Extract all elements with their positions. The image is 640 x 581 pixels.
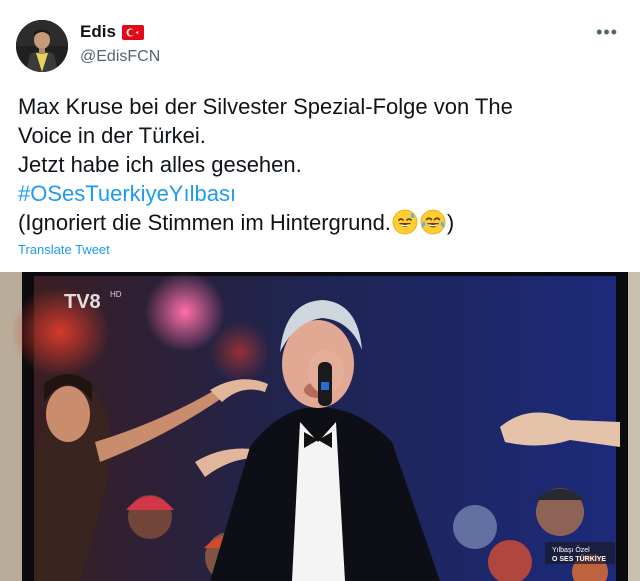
display-name[interactable]: Edis [80, 22, 116, 42]
tweet-media-image[interactable]: TV8 HD Yılbaşı Özel O SES TÜRKİYE [0, 272, 640, 581]
user-handle[interactable]: @EdisFCN [80, 48, 160, 66]
tears-of-joy-emoji-icon [420, 209, 446, 235]
author-name-row: Edis [80, 22, 144, 42]
tweet-line-2: Voice in der Türkei. [18, 123, 206, 148]
avatar[interactable] [16, 20, 68, 72]
tweet-last-line-end: ) [446, 210, 455, 235]
more-options-button[interactable]: ••• [596, 22, 618, 43]
tv-screen-photo: TV8 HD Yılbaşı Özel O SES TÜRKİYE [0, 272, 640, 581]
avatar-image [16, 20, 68, 72]
tweet-line-1: Max Kruse bei der Silvester Spezial-Folg… [18, 94, 513, 119]
tweet-text: Max Kruse bei der Silvester Spezial-Folg… [18, 92, 618, 237]
tweet-line-5: (Ignoriert die Stimmen im Hintergrund. ) [18, 208, 618, 237]
channel-logo-suffix: HD [110, 290, 122, 299]
hashtag-line: #OSesTuerkiyeYılbası [18, 179, 618, 208]
channel-logo: TV8 [64, 291, 101, 313]
corner-caption-2: O SES TÜRKİYE [552, 554, 606, 563]
corner-caption-1: Yılbaşı Özel [552, 546, 590, 554]
tweet-line-3: Jetzt habe ich alles gesehen. [18, 152, 302, 177]
tweet-card: Edis @EdisFCN ••• Max Kruse bei der Silv… [0, 0, 640, 581]
tweet-last-line: (Ignoriert die Stimmen im Hintergrund. [18, 210, 391, 235]
hashtag-link[interactable]: #OSesTuerkiyeYılbası [18, 181, 236, 206]
turkey-flag-icon [121, 24, 144, 40]
translate-tweet-link[interactable]: Translate Tweet [18, 242, 110, 257]
sweat-smile-emoji-icon [392, 209, 418, 235]
